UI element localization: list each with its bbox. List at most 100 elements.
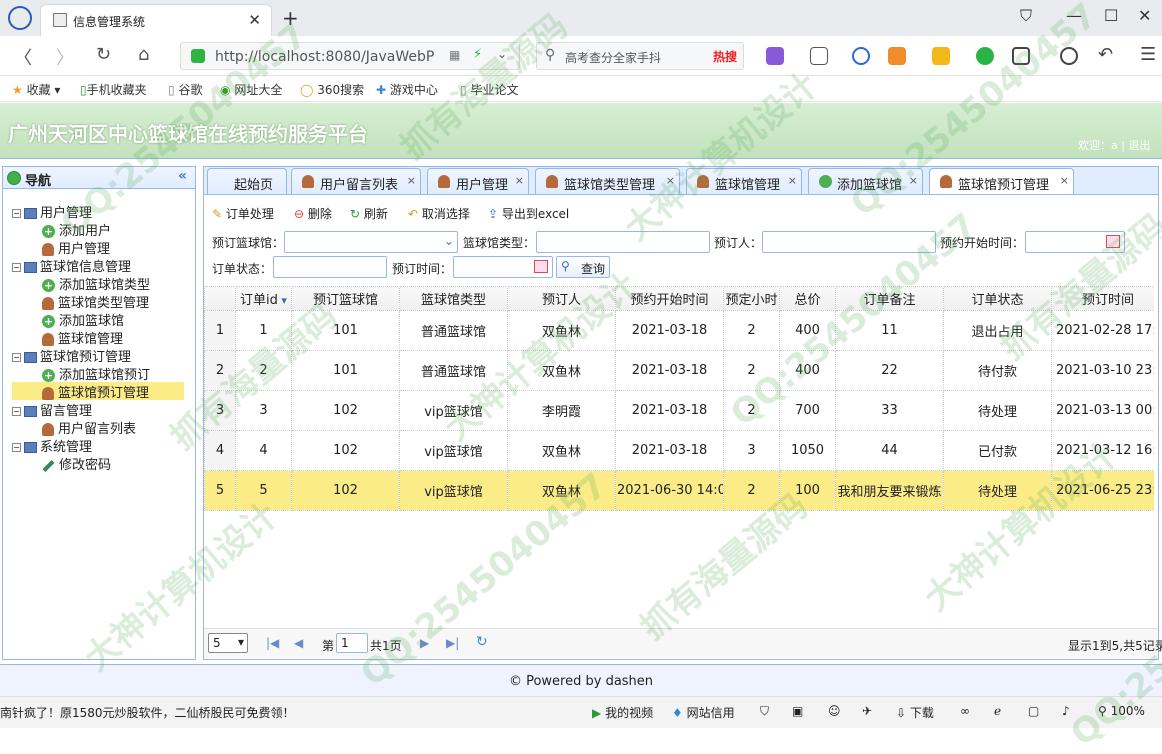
site-credit-link[interactable]: ♦ 网站信用 xyxy=(672,704,735,721)
nav-item[interactable]: 篮球馆类型管理 xyxy=(12,292,184,311)
close-tab-icon[interactable]: ✕ xyxy=(248,11,261,29)
refresh-icon[interactable]: ↻ xyxy=(96,44,111,65)
lightning-icon[interactable]: ⚡ xyxy=(473,47,482,62)
search-tool-icon[interactable] xyxy=(852,47,870,65)
nav-group[interactable]: − 篮球馆预订管理 xyxy=(12,346,184,365)
export-excel-button[interactable]: ⇪ 导出到excel xyxy=(488,205,569,222)
grid-icon[interactable] xyxy=(1012,47,1030,65)
delete-button[interactable]: ⊖ 删除 xyxy=(294,205,332,222)
back-icon[interactable]: 〈 xyxy=(14,44,32,70)
process-order-button[interactable]: ✎ 订单处理 xyxy=(212,205,274,222)
column-header[interactable]: 预定小时 xyxy=(723,286,780,311)
gift-icon[interactable] xyxy=(932,47,950,65)
app-tab[interactable]: 篮球馆类型管理 × xyxy=(535,168,680,194)
first-page-icon[interactable]: |◀ xyxy=(266,636,279,650)
image-icon[interactable]: ▣ xyxy=(792,704,803,718)
calendar-icon[interactable] xyxy=(1106,235,1120,248)
new-tab-icon[interactable]: + xyxy=(282,6,299,30)
shield-status-icon[interactable]: ⛉ xyxy=(760,704,769,719)
bookmark-google[interactable]: ▯ 谷歌 xyxy=(168,81,202,98)
my-video-link[interactable]: ▶ 我的视频 xyxy=(592,704,653,721)
address-bar[interactable]: http://localhost:8080/JavaWebPr ▦ ⚡ ⌄ xyxy=(180,42,520,70)
nav-item[interactable]: + 添加篮球馆 xyxy=(12,310,184,329)
table-row[interactable]: 4 4 102 vip篮球馆 双鱼林 2021-03-18 3 1050 44 已付款 2021-0… xyxy=(204,430,1154,471)
close-tab-icon[interactable]: × xyxy=(515,174,524,187)
app-tab[interactable]: 篮球馆预订管理 × xyxy=(929,168,1074,195)
browser-tab[interactable]: 信息管理系统 ✕ xyxy=(40,4,272,36)
zoom-control[interactable]: ⚲ 100% xyxy=(1098,704,1145,718)
cancel-select-button[interactable]: ↶ 取消选择 xyxy=(408,205,470,222)
address-bar-url[interactable]: http://localhost:8080/JavaWebPr xyxy=(215,49,435,65)
nav-item[interactable]: 用户管理 xyxy=(12,238,184,257)
page-size-select[interactable]: 5 ▾ xyxy=(208,633,248,653)
undo-icon[interactable]: ↶ xyxy=(1098,44,1113,65)
start-time-filter-input[interactable] xyxy=(1025,231,1125,253)
bookmark-games[interactable]: ✚ 游戏中心 xyxy=(376,81,438,98)
maximize-icon[interactable]: ☐ xyxy=(1104,6,1118,25)
status-news[interactable]: 南针疯了！原1580元炒股软件，二仙桥股民可免费领！ xyxy=(0,704,295,721)
game-icon[interactable] xyxy=(888,47,906,65)
booking-time-filter-input[interactable] xyxy=(453,256,553,278)
close-tab-icon[interactable]: × xyxy=(666,174,675,187)
expand-icon[interactable]: − xyxy=(12,209,21,218)
bookmark-360[interactable]: ◯ 360搜索 xyxy=(300,81,364,98)
scissors-icon[interactable] xyxy=(810,47,828,65)
forward-icon[interactable]: 〉 xyxy=(56,44,74,70)
nav-item[interactable]: + 添加篮球馆类型 xyxy=(12,274,184,293)
search-box[interactable]: ⚲ 高考查分全家手抖 热搜 xyxy=(536,42,744,70)
column-header[interactable]: 订单状态 xyxy=(943,286,1052,311)
column-header[interactable]: 预订人 xyxy=(507,286,616,311)
app-tab[interactable]: 用户管理 × xyxy=(427,168,529,194)
refresh-button[interactable]: ↻ 刷新 xyxy=(350,205,388,222)
app-tab[interactable]: 用户留言列表 × xyxy=(291,168,421,194)
bookmark-favorites[interactable]: ★ 收藏 ▾ xyxy=(12,81,60,98)
minimize-icon[interactable]: — xyxy=(1066,6,1082,25)
table-row[interactable]: 3 3 102 vip篮球馆 李明霞 2021-03-18 2 700 33 待处理 2021-03… xyxy=(204,390,1154,431)
venue-filter-select[interactable]: ⌄ xyxy=(284,231,458,253)
app-tab[interactable]: 添加篮球馆 × xyxy=(808,168,923,194)
close-window-icon[interactable]: ✕ xyxy=(1138,6,1151,25)
column-header[interactable]: 预订篮球馆 xyxy=(291,286,400,311)
next-page-icon[interactable]: ▶ xyxy=(420,636,429,650)
column-header[interactable]: 预约开始时间 xyxy=(615,286,724,311)
last-page-icon[interactable]: ▶| xyxy=(446,636,459,650)
brightness-icon[interactable] xyxy=(1060,47,1078,65)
close-tab-icon[interactable]: × xyxy=(909,174,918,187)
ie-icon[interactable]: ℯ xyxy=(994,704,1001,718)
nav-group[interactable]: − 系统管理 xyxy=(12,436,184,455)
app-tab[interactable]: 起始页 xyxy=(207,168,287,194)
nav-item[interactable]: 用户留言列表 xyxy=(12,418,184,437)
page-number-input[interactable]: 1 xyxy=(336,633,368,653)
shirt-icon[interactable]: ⛉ xyxy=(1020,6,1032,26)
table-row[interactable]: 1 1 101 普通篮球馆 双鱼林 2021-03-18 2 400 11 退出占用 2021-02… xyxy=(204,310,1154,351)
booker-filter-input[interactable] xyxy=(762,231,936,253)
home-icon[interactable]: ⌂ xyxy=(138,44,149,65)
download-link[interactable]: ⇩ 下载 xyxy=(896,704,934,721)
query-button[interactable]: ⚲ 查询 xyxy=(556,256,610,278)
menu-icon[interactable]: ☰ xyxy=(1140,44,1156,65)
pager-refresh-icon[interactable]: ↻ xyxy=(476,634,488,650)
status-filter-input[interactable] xyxy=(273,256,387,278)
nav-group[interactable]: − 留言管理 xyxy=(12,400,184,419)
bookmark-mobile[interactable]: ▯手机收藏夹 xyxy=(80,81,147,98)
table-row[interactable]: 2 2 101 普通篮球馆 双鱼林 2021-03-18 2 400 22 待付款 2021-03-… xyxy=(204,350,1154,391)
translate-icon[interactable] xyxy=(766,47,784,65)
column-header[interactable]: 预订时间 xyxy=(1051,286,1154,311)
nav-item[interactable]: 篮球馆管理 xyxy=(12,328,184,347)
column-header[interactable]: 订单备注 xyxy=(835,286,944,311)
bookmark-thesis[interactable]: ▯ 毕业论文 xyxy=(460,81,518,98)
chevron-down-icon[interactable]: ⌄ xyxy=(497,47,507,61)
volume-icon[interactable]: ♪ xyxy=(1062,704,1070,718)
emoji-icon[interactable]: ☺ xyxy=(828,704,841,718)
nav-item[interactable]: + 添加用户 xyxy=(12,220,184,239)
app-tab[interactable]: 篮球馆管理 × xyxy=(686,168,802,194)
nav-group[interactable]: − 篮球馆信息管理 xyxy=(12,256,184,275)
column-header[interactable]: 订单id ▾ xyxy=(235,286,292,311)
qr-icon[interactable]: ▦ xyxy=(449,48,460,62)
expand-icon[interactable]: − xyxy=(12,407,21,416)
pin-icon[interactable]: ✈ xyxy=(862,704,872,718)
collapse-icon[interactable]: « xyxy=(178,168,187,184)
expand-icon[interactable]: − xyxy=(12,443,21,452)
hot-search-label[interactable]: 热搜 xyxy=(713,48,737,65)
close-tab-icon[interactable]: × xyxy=(407,174,416,187)
